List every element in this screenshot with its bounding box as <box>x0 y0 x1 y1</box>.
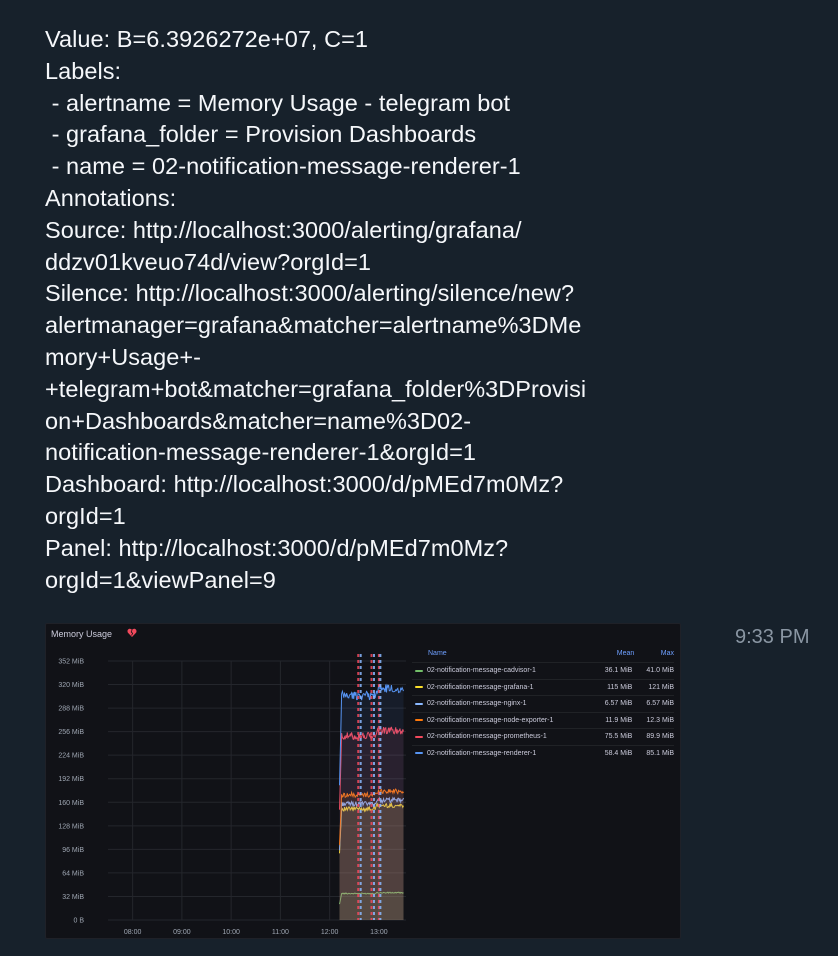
legend-series-name: 02-notification-message-nginx-1 <box>426 700 527 708</box>
legend-series-name: 02-notification-message-grafana-1 <box>426 683 534 691</box>
legend-series-max: 6.57 MiB <box>646 700 674 708</box>
message-line[interactable]: Dashboard: http://localhost:3000/d/pMEd7… <box>45 469 695 501</box>
y-tick-label: 224 MiB <box>58 753 84 760</box>
legend-header-name[interactable]: Name <box>412 650 589 662</box>
y-tick-label: 64 MiB <box>62 870 84 877</box>
legend-series-max: 41.0 MiB <box>646 667 674 675</box>
legend-series-max: 12.3 MiB <box>646 716 674 724</box>
y-tick-label: 256 MiB <box>58 729 84 736</box>
legend-series-name: 02-notification-message-cadvisor-1 <box>426 667 536 675</box>
x-tick-label: 08:00 <box>124 929 142 936</box>
legend-series-max: 121 MiB <box>648 683 674 691</box>
y-tick-label: 128 MiB <box>58 823 84 830</box>
message-line[interactable]: on+Dashboards&matcher=name%3D02- <box>45 406 695 438</box>
legend-series-name: 02-notification-message-prometheus-1 <box>426 733 547 741</box>
message-line[interactable]: +telegram+bot&matcher=grafana_folder%3DP… <box>45 374 695 406</box>
y-tick-label: 160 MiB <box>58 800 84 807</box>
legend-header-mean[interactable]: Mean <box>589 650 635 662</box>
legend-series-mean: 58.4 MiB <box>604 749 633 757</box>
legend-series-mean: 75.5 MiB <box>604 733 633 741</box>
legend-series-mean: 115 MiB <box>607 683 633 691</box>
message-line[interactable]: orgId=1 <box>45 501 695 533</box>
message-line[interactable]: orgId=1&viewPanel=9 <box>45 565 695 597</box>
x-tick-label: 10:00 <box>222 929 240 936</box>
legend-series-mean: 6.57 MiB <box>604 700 633 708</box>
message-line[interactable]: Panel: http://localhost:3000/d/pMEd7m0Mz… <box>45 533 695 565</box>
series-color-swatch <box>415 686 423 689</box>
y-tick-label: 288 MiB <box>58 706 84 713</box>
message-line: Labels: <box>45 57 122 84</box>
x-tick-label: 09:00 <box>173 929 191 936</box>
legend-header: Name Mean Max <box>412 650 674 662</box>
message-line: - name = 02-notification-message-rendere… <box>45 153 521 180</box>
legend-series-name: 02-notification-message-renderer-1 <box>426 749 537 757</box>
message-line[interactable]: alertmanager=grafana&matcher=alertname%3… <box>45 310 695 342</box>
legend-series-max: 85.1 MiB <box>646 749 674 757</box>
y-tick-label: 320 MiB <box>58 682 84 689</box>
message-line: Value: B=6.3926272e+07, C=1 <box>45 26 369 52</box>
legend-row[interactable]: 02-notification-message-nginx-1 6.57 MiB 6… <box>412 695 674 712</box>
legend-row[interactable]: 02-notification-message-renderer-1 58.4 M… <box>412 744 674 762</box>
legend-table: Name Mean Max 02-notification-message-ca… <box>412 650 674 761</box>
legend-row[interactable]: 02-notification-message-cadvisor-1 36.1 M… <box>412 662 674 679</box>
legend-series-mean: 36.1 MiB <box>604 667 633 675</box>
message-line[interactable]: mory+Usage+- <box>45 342 695 374</box>
y-tick-label: 192 MiB <box>58 776 84 783</box>
legend-row[interactable]: 02-notification-message-node-exporter-1 1… <box>412 711 674 729</box>
panel-title: Memory Usage <box>51 629 113 639</box>
memory-usage-panel[interactable]: 352 MiB 320 MiB 288 MiB 256 MiB 224 MiB 192 M… <box>45 623 681 939</box>
y-tick-label: 0 B <box>73 918 84 925</box>
x-tick-label: 12:00 <box>321 929 339 936</box>
message-line[interactable]: notification-message-renderer-1&orgId=1 <box>45 437 695 469</box>
legend-series-max: 89.9 MiB <box>646 733 674 741</box>
legend-row[interactable]: 02-notification-message-grafana-1 115 MiB… <box>412 678 674 696</box>
y-tick-label: 96 MiB <box>62 847 84 854</box>
message-line[interactable]: Source: http://localhost:3000/alerting/g… <box>45 215 695 247</box>
legend-series-name: 02-notification-message-node-exporter-1 <box>426 716 554 724</box>
message-line: - alertname = Memory Usage - telegram bo… <box>45 89 511 116</box>
message-line[interactable]: Silence: http://localhost:3000/alerting/… <box>45 278 695 310</box>
series-color-swatch <box>415 752 423 755</box>
x-tick-label: 13:00 <box>370 929 388 936</box>
y-tick-label: 32 MiB <box>62 894 84 901</box>
legend-header-max[interactable]: Max <box>634 650 674 662</box>
series-color-swatch <box>415 735 423 738</box>
message-line: - grafana_folder = Provision Dashboards <box>45 121 477 148</box>
series-color-swatch <box>415 669 423 672</box>
legend-series-mean: 11.9 MiB <box>605 716 633 724</box>
message-line: Annotations: <box>45 184 177 211</box>
message-timestamp: 9:33 PM <box>735 626 810 648</box>
message-text: Value: B=6.3926272e+07, C=1 Labels: - ale… <box>45 24 695 596</box>
legend-row[interactable]: 02-notification-message-prometheus-1 75.5… <box>412 728 674 745</box>
x-tick-label: 11:00 <box>272 929 289 936</box>
message-line[interactable]: ddzv01kveuo74d/view?orgId=1 <box>45 247 695 279</box>
y-tick-label: 352 MiB <box>58 659 84 666</box>
series-color-swatch <box>415 719 423 722</box>
series-color-swatch <box>415 702 423 705</box>
broken-heart-icon[interactable] <box>127 628 137 638</box>
